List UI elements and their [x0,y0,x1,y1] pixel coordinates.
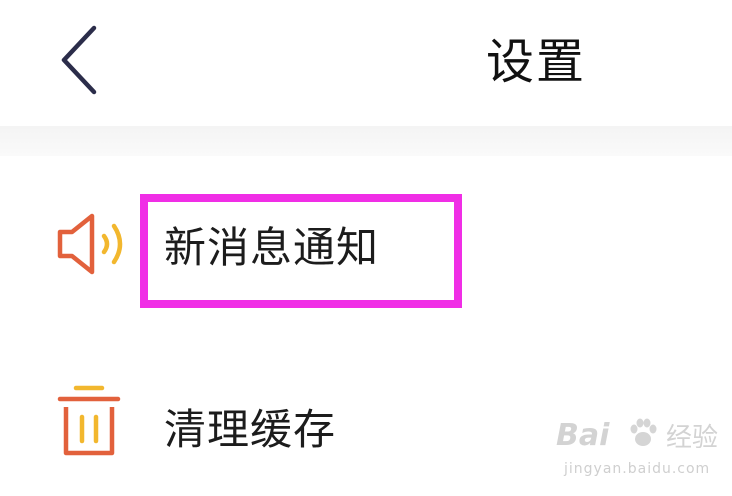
watermark-url: jingyan.baidu.com [564,461,711,477]
watermark-logo-text: Bai [556,418,610,453]
watermark-name: 经验 [666,423,719,453]
top-bar: 设置 [0,0,732,126]
trash-icon [57,385,121,456]
settings-item-new-message-notification[interactable]: 新消息通知 [0,186,732,316]
page-title: 设置 [486,34,587,90]
section-divider [0,126,732,156]
chevron-left-icon [61,25,97,95]
settings-item-label: 新消息通知 [164,223,380,272]
speaker-icon [57,213,123,275]
settings-item-label: 清理缓存 [164,405,337,454]
back-button[interactable] [52,22,108,98]
paw-icon [630,418,657,446]
watermark: Bai 经验 jingyan.baidu.com [556,412,726,488]
